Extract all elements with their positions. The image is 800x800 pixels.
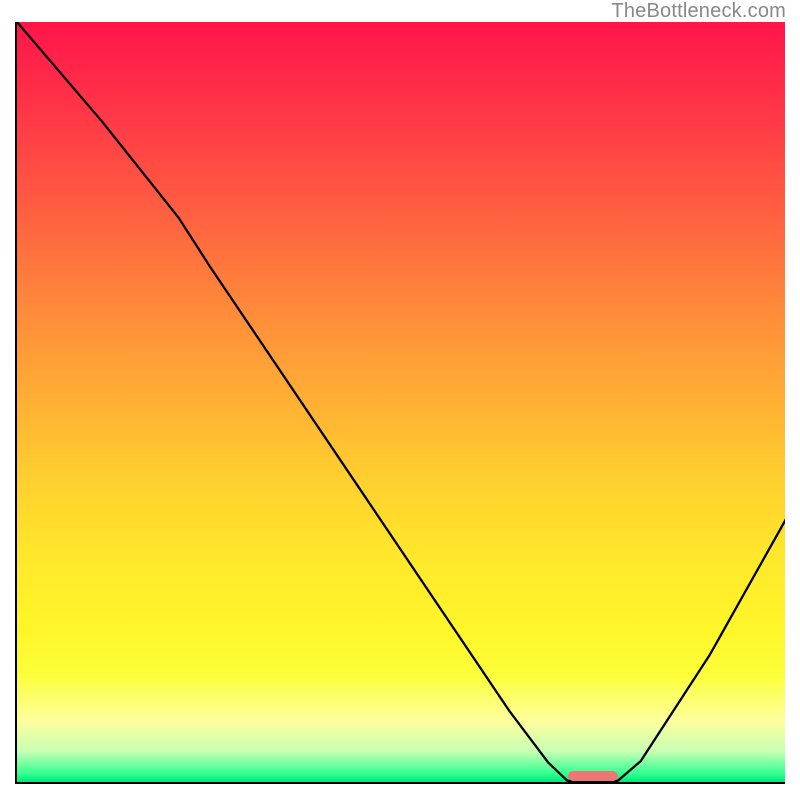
- curve-svg: [17, 22, 785, 784]
- optimal-range-marker: [568, 771, 618, 781]
- chart-stage: TheBottleneck.com: [0, 0, 800, 800]
- watermark-text: TheBottleneck.com: [611, 0, 786, 23]
- bottleneck-curve: [17, 22, 785, 781]
- plot-area: [15, 22, 785, 784]
